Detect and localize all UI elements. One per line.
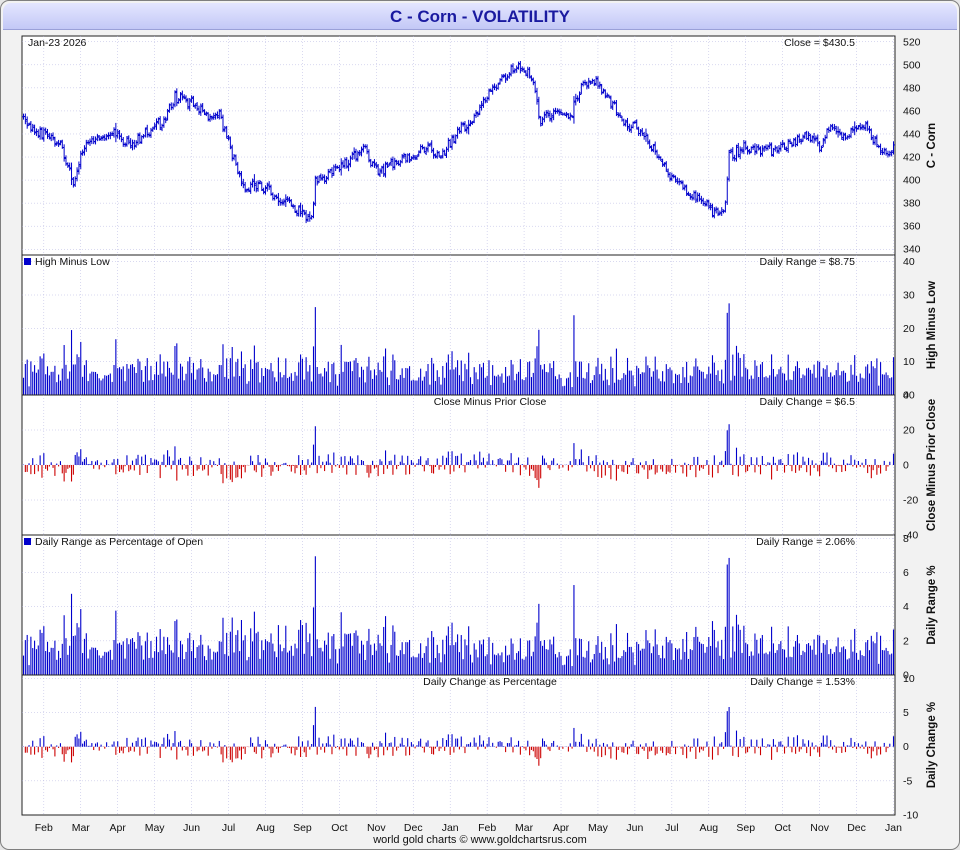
x-tick-label: Aug (699, 822, 718, 834)
panel-close_minus_prior_close: -40-2002040Close Minus Prior CloseClose … (21, 390, 938, 542)
y-tick-label: 0 (903, 460, 909, 472)
panel-high_minus_low: 010203040High Minus LowHigh Minus Low Dai… (21, 254, 938, 402)
x-tick-label: Sep (736, 822, 755, 834)
y-tick-label: 460 (903, 105, 921, 117)
latest-value-label: Daily Change = $6.5 (760, 396, 856, 408)
axis-title: Close Minus Prior Close (926, 399, 938, 531)
panel-change_pct: -10 -5 0 5 10 Daily Change % Daily Change as P… (21, 673, 938, 822)
footer-credit: world gold charts © www.goldchartsrus.co… (373, 834, 587, 846)
x-tick-label: Feb (478, 822, 496, 834)
y-tick-label: 2 (903, 635, 909, 647)
y-tick-label: 4 (903, 601, 909, 613)
axis-title: C - Corn (926, 123, 938, 168)
y-tick-label: 20 (903, 425, 915, 437)
x-tick-label: Dec (404, 822, 423, 834)
y-tick-label: 380 (903, 198, 921, 210)
axis-title: High Minus Low (926, 281, 938, 369)
panel-frame (21, 254, 896, 396)
date-label: Jan-23 2026 (28, 37, 87, 49)
x-tick-label: Apr (110, 822, 127, 834)
x-tick-label: May (588, 822, 609, 834)
y-tick-label: -20 (903, 495, 918, 507)
latest-value-label: Daily Range = 2.06% (756, 536, 855, 548)
y-tick-label: 440 (903, 128, 921, 140)
x-tick-label: Jun (183, 822, 200, 834)
y-tick-label: 8 (903, 533, 909, 545)
y-tick-label: -10 (903, 810, 918, 822)
x-tick-label: Aug (256, 822, 275, 834)
x-tick-label: Oct (331, 822, 347, 834)
x-tick-label: Nov (810, 822, 829, 834)
x-tick-label: Jan (442, 822, 459, 834)
y-tick-label: 10 (903, 356, 915, 368)
y-tick-label: 30 (903, 290, 915, 302)
panel-price: 340 360 380 400 420 440 460 480 500 520 C - Corn Ja… (21, 35, 938, 256)
panel-legend: Daily Range as Percentage of Open (35, 536, 203, 548)
y-tick-label: 5 (903, 707, 909, 719)
latest-value-label: Daily Change = 1.53% (750, 676, 855, 688)
panel-legend: Daily Change as Percentage (423, 676, 557, 688)
axis-title: Daily Range % (926, 565, 938, 644)
y-tick-label: 340 (903, 244, 921, 256)
x-tick-label: Dec (847, 822, 866, 834)
legend-swatch (24, 538, 31, 545)
x-tick-label: Jun (626, 822, 643, 834)
y-tick-label: 480 (903, 82, 921, 94)
panel-frame (21, 35, 896, 256)
y-tick-label: -5 (903, 775, 912, 787)
x-tick-label: Sep (293, 822, 312, 834)
x-tick-label: Mar (72, 822, 91, 834)
y-tick-label: 0 (903, 741, 909, 753)
y-tick-label: 360 (903, 221, 921, 233)
y-tick-label: 6 (903, 567, 909, 579)
legend-swatch (24, 258, 31, 265)
y-tick-label: 40 (903, 390, 915, 402)
x-tick-label: Jul (222, 822, 235, 834)
x-tick-label: Jan (885, 822, 902, 834)
y-tick-label: 420 (903, 152, 921, 164)
panel-range_pct_of_open: 02468Daily Range %Daily Range as Percent… (21, 533, 938, 682)
y-tick-label: 20 (903, 323, 915, 335)
axis-title: Daily Change % (926, 702, 938, 788)
volatility-chart: 340360380400420440460480500520C - CornJa… (21, 35, 938, 834)
x-tick-label: May (145, 822, 166, 834)
x-tick-label: Mar (515, 822, 534, 834)
latest-value-label: Daily Range = $8.75 (760, 256, 856, 268)
y-tick-label: 400 (903, 175, 921, 187)
panel-legend: Close Minus Prior Close (434, 396, 547, 408)
panel-legend: High Minus Low (35, 256, 110, 268)
y-tick-label: 40 (903, 256, 915, 268)
x-tick-label: Oct (775, 822, 791, 834)
y-tick-label: 520 (903, 36, 921, 48)
y-tick-label: 500 (903, 59, 921, 71)
x-tick-label: Jul (665, 822, 678, 834)
x-tick-label: Feb (35, 822, 53, 834)
y-tick-label: 10 (903, 673, 915, 685)
latest-value-label: Close = $430.5 (784, 37, 855, 49)
x-tick-label: Apr (553, 822, 570, 834)
x-tick-label: Nov (367, 822, 386, 834)
